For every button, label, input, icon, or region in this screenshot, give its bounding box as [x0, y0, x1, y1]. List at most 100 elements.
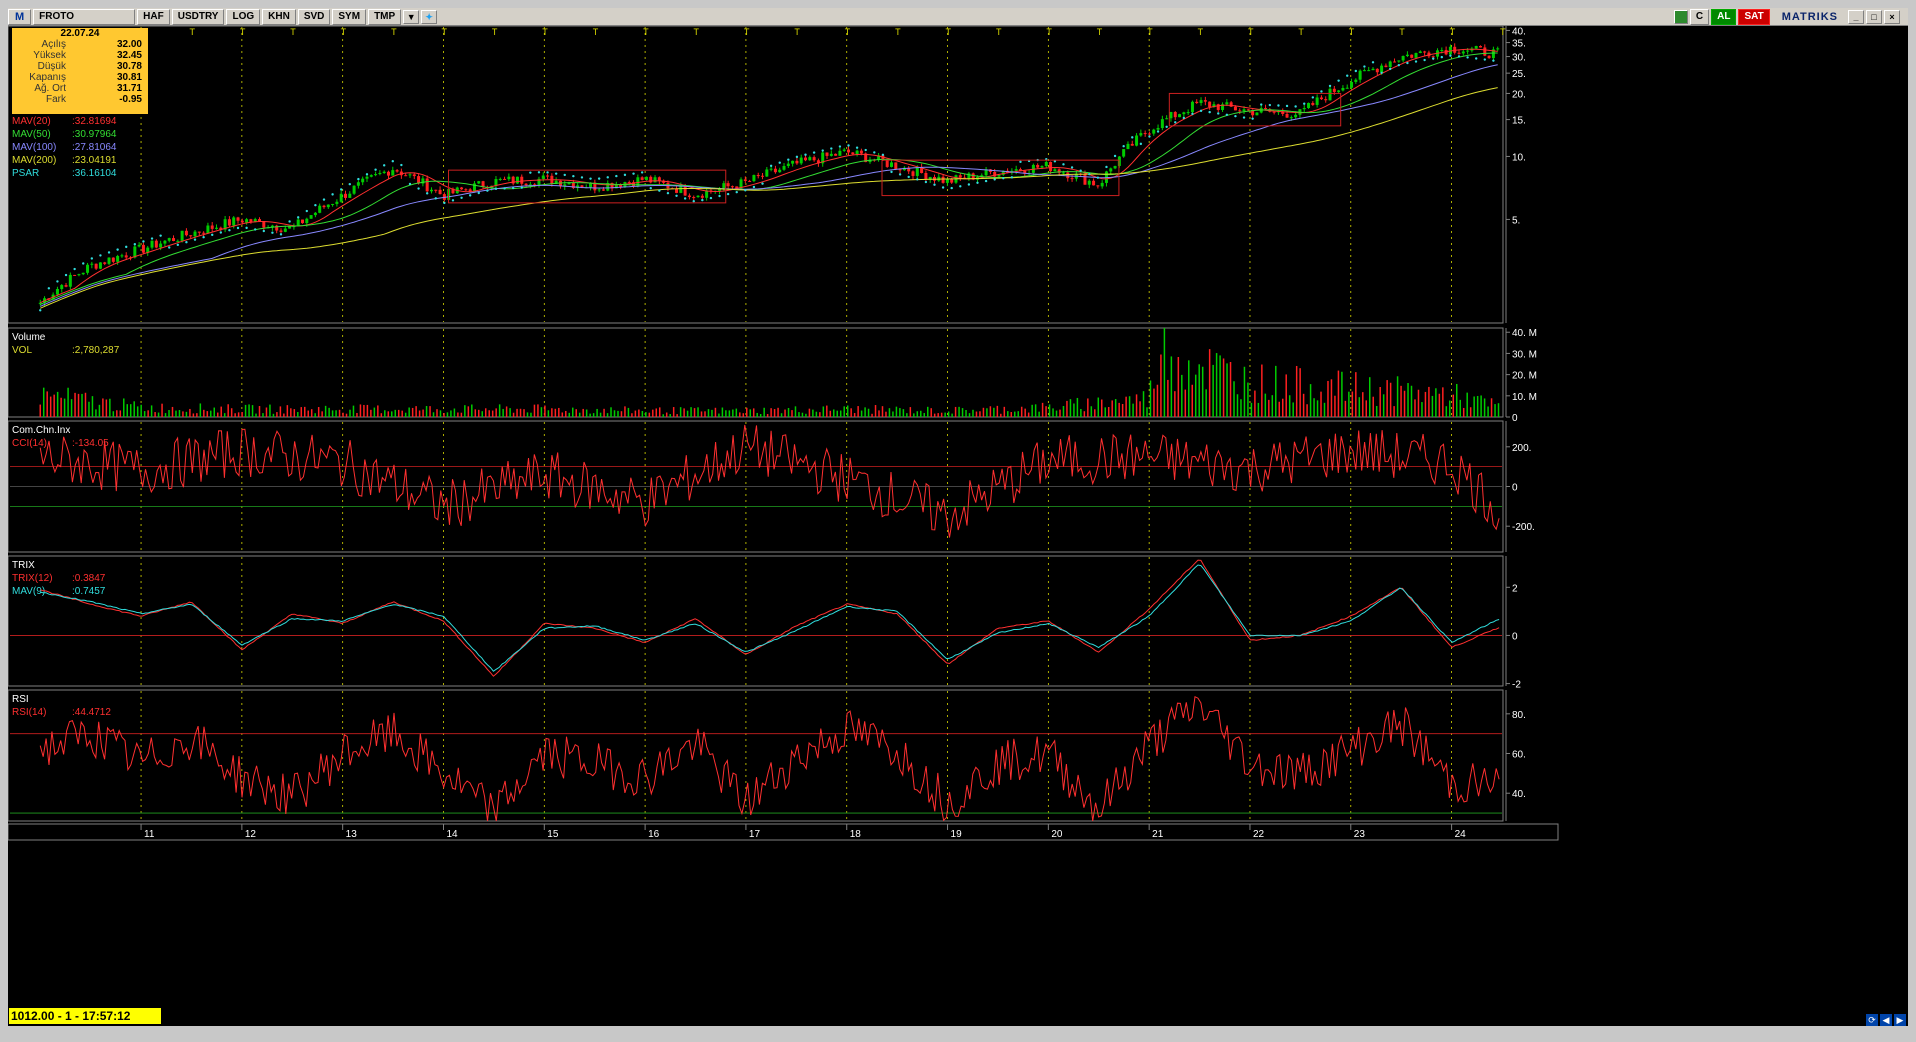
candle-body	[318, 205, 322, 213]
time-tick-label: 20	[1051, 829, 1063, 840]
psar-dot	[400, 163, 403, 167]
psar-dot	[993, 178, 996, 181]
candle-body	[1354, 79, 1358, 82]
candle-body	[331, 203, 335, 205]
candle-body	[799, 157, 803, 164]
chart-canvas[interactable]: 40.35.30.25.20.15.10.5.FROTOMAV(20):32.8…	[8, 26, 1908, 1026]
time-tick-label: 22	[1253, 829, 1265, 840]
pane-title: RSI	[12, 694, 29, 705]
candle-body	[692, 197, 696, 199]
event-marker: T	[1399, 27, 1405, 37]
candle-body	[434, 189, 438, 191]
candle-body	[348, 193, 352, 198]
candle-body	[1178, 114, 1182, 118]
psar-dot	[735, 190, 738, 194]
event-marker: T	[441, 27, 447, 37]
candle-body	[60, 285, 64, 290]
psar-dot	[795, 155, 799, 159]
psar-dot	[959, 185, 962, 188]
info-row-open: Açılış 32.00	[12, 39, 148, 50]
candle-body	[184, 230, 188, 236]
legend-name: MAV(9)	[12, 586, 45, 597]
y-tick-label: 35.	[1512, 39, 1526, 50]
sell-button[interactable]: SAT	[1738, 9, 1770, 25]
candle-body	[752, 175, 756, 182]
sym-button[interactable]: SYM	[332, 8, 367, 25]
candle-body	[111, 257, 115, 262]
khn-button[interactable]: KHN	[262, 8, 296, 25]
close-icon[interactable]: ×	[1884, 10, 1900, 24]
candle-body	[640, 177, 644, 180]
scroll-controls: ⟳ ◀ ▶	[1864, 1014, 1906, 1026]
color-square-icon[interactable]	[1673, 10, 1688, 24]
candle-body	[1186, 112, 1190, 114]
psar-dot	[116, 248, 119, 251]
candle-body	[804, 157, 808, 161]
y-tick-label: 2	[1512, 583, 1518, 594]
log-button[interactable]: LOG	[226, 8, 261, 25]
candle-body	[915, 166, 919, 176]
psar-dot	[1122, 144, 1125, 148]
candle-body	[1092, 180, 1096, 186]
c-button[interactable]: C	[1689, 9, 1710, 25]
candle-body	[382, 171, 386, 173]
maximize-icon[interactable]: □	[1866, 10, 1882, 24]
psar-dot	[1457, 55, 1461, 58]
candle-body	[924, 172, 928, 180]
psar-dot	[529, 171, 532, 174]
candle-body	[1014, 169, 1018, 171]
psar-dot	[107, 251, 111, 254]
candle-body	[1040, 166, 1044, 168]
buy-button[interactable]: AL	[1711, 9, 1737, 25]
scroll-left-icon[interactable]: ◀	[1880, 1014, 1892, 1026]
pane-title: Volume	[12, 332, 46, 343]
twitter-icon[interactable]: ✦	[421, 9, 438, 24]
psar-dot	[941, 186, 945, 189]
y-tick-label: -2	[1512, 680, 1521, 691]
candle-body	[1233, 106, 1237, 111]
candle-body	[378, 172, 382, 175]
candle-body	[1414, 53, 1418, 58]
usdtry-button[interactable]: USDTRY	[171, 8, 225, 25]
candle-body	[258, 219, 262, 222]
symbol-selector[interactable]: FROTO	[33, 8, 136, 25]
candle-body	[313, 212, 317, 216]
psar-dot	[1320, 90, 1323, 93]
dropdown-arrow-icon[interactable]: ▼	[403, 9, 420, 24]
candle-body	[1061, 172, 1065, 174]
haf-button[interactable]: HAF	[137, 8, 170, 25]
candle-body	[232, 217, 236, 226]
refresh-icon[interactable]: ⟳	[1866, 1014, 1878, 1026]
candle-body	[722, 183, 726, 189]
candle-body	[1238, 110, 1242, 112]
psar-dot	[297, 216, 300, 219]
candle-body	[288, 226, 292, 229]
candle-body	[1474, 46, 1478, 49]
psar-dot	[1268, 103, 1272, 107]
event-marker: T	[542, 27, 548, 37]
tmp-button[interactable]: TMP	[368, 8, 402, 25]
psar-dot	[305, 209, 308, 213]
legend-name: VOL	[12, 345, 32, 356]
candle-body	[1315, 97, 1319, 105]
candle-body	[1229, 102, 1233, 107]
candle-body	[305, 218, 309, 224]
candle-body	[503, 178, 507, 180]
event-marker: T	[1046, 27, 1052, 37]
candle-body	[1190, 101, 1194, 113]
event-marker: T	[189, 27, 195, 37]
scroll-right-icon[interactable]: ▶	[1894, 1014, 1906, 1026]
candle-body	[395, 170, 399, 172]
psar-dot	[1251, 117, 1254, 120]
psar-dot	[589, 177, 592, 180]
pane-frame	[8, 26, 1504, 324]
psar-dot	[228, 229, 231, 232]
psar-dot	[1414, 60, 1418, 63]
psar-dot	[873, 151, 876, 154]
psar-dot	[1062, 163, 1065, 166]
minimize-icon[interactable]: _	[1848, 10, 1864, 24]
candle-body	[322, 205, 326, 208]
psar-dot	[1105, 165, 1108, 169]
svd-button[interactable]: SVD	[297, 8, 331, 25]
candle-body	[326, 204, 330, 208]
